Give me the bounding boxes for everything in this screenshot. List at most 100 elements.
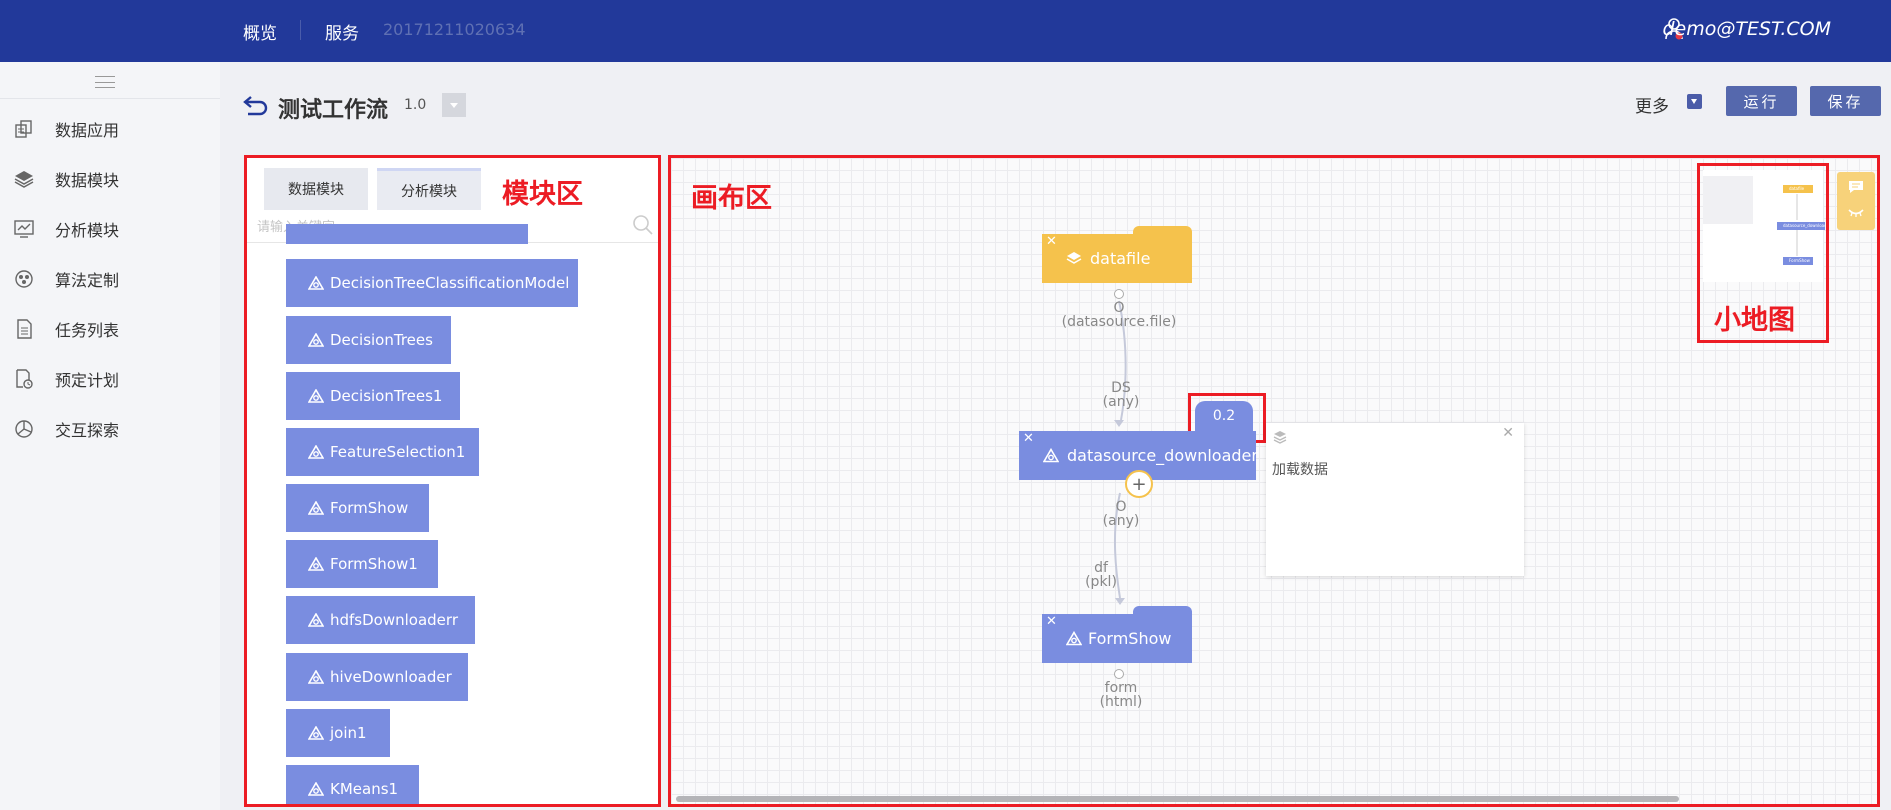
node-close-icon[interactable]: ✕ <box>1046 614 1057 629</box>
sidebar-item-label: 预定计划 <box>55 371 120 390</box>
node-version-badge[interactable]: 0.2 <box>1195 401 1253 431</box>
node-label: datasource_downloader <box>1067 446 1258 465</box>
nav-divider <box>300 20 301 40</box>
menu-toggle-icon[interactable] <box>95 76 115 88</box>
port-type: (pkl) <box>1085 574 1117 590</box>
port-type: (datasource.file) <box>1061 314 1177 330</box>
module-icon <box>1043 448 1059 463</box>
minimap-annotation: 小地图 <box>1714 305 1795 336</box>
module-icon <box>308 557 324 571</box>
close-icon[interactable]: ✕ <box>1502 425 1514 441</box>
node-formshow[interactable]: ✕ FormShow <box>1042 614 1192 663</box>
module-icon <box>308 389 324 403</box>
port-type: (html) <box>1099 694 1143 710</box>
node-info-panel: ✕ 加载数据 <box>1266 423 1524 576</box>
module-item[interactable]: DecisionTrees <box>286 316 451 364</box>
module-icon <box>308 501 324 515</box>
workflow-canvas[interactable]: 画布区 ✕ datafile O (datasource.file) DS (a… <box>668 155 1880 807</box>
sidebar-item-label: 分析模块 <box>55 221 120 240</box>
module-item-label: KMeans1 <box>330 780 399 798</box>
sidebar-item-task-list[interactable]: 任务列表 <box>0 304 220 354</box>
more-menu-label[interactable]: 更多 <box>1635 92 1669 117</box>
output-port[interactable] <box>1114 289 1124 299</box>
port-name: O <box>1115 499 1127 515</box>
back-arrow-icon[interactable] <box>242 94 270 118</box>
node-label: FormShow <box>1088 629 1172 648</box>
sidebar-item-data-module[interactable]: 数据模块 <box>0 154 220 204</box>
port-name: df <box>1094 560 1108 576</box>
info-description: 加载数据 <box>1272 462 1328 478</box>
node-datafile[interactable]: ✕ datafile <box>1042 234 1192 283</box>
module-item[interactable]: FeatureSelection1 <box>286 428 479 476</box>
module-item-label: DecisionTrees1 <box>330 387 443 405</box>
horizontal-scrollbar[interactable] <box>676 796 1679 802</box>
sidebar-item-explore[interactable]: 交互探索 <box>0 404 220 454</box>
sidebar-item-label: 算法定制 <box>55 271 120 290</box>
module-item[interactable]: DecisionTreeClassificationModel <box>286 259 578 307</box>
run-button[interactable]: 运行 <box>1726 86 1797 116</box>
algorithm-icon <box>15 270 33 288</box>
module-icon <box>308 445 324 459</box>
port-type: (any) <box>1102 394 1140 410</box>
module-item-label: hiveDownloader <box>330 668 452 686</box>
module-item[interactable]: join1 <box>286 709 390 757</box>
user-account[interactable]: demo@TEST.COM <box>1662 18 1831 40</box>
task-list-icon <box>17 319 32 339</box>
module-icon <box>308 333 324 347</box>
module-icon <box>308 670 324 684</box>
layers-icon <box>14 171 34 188</box>
module-item-label: DecisionTrees <box>330 331 433 349</box>
module-item[interactable]: hiveDownloader <box>286 653 468 701</box>
tab-data-modules[interactable]: 数据模块 <box>264 168 368 210</box>
output-port[interactable] <box>1114 669 1124 679</box>
sidebar-item-algorithm[interactable]: 算法定制 <box>0 254 220 304</box>
module-icon <box>308 726 324 740</box>
comment-icon[interactable] <box>1848 180 1864 194</box>
module-item[interactable]: KMeans1 <box>286 765 419 804</box>
module-area-annotation: 模块区 <box>502 179 583 210</box>
sidebar: 数据应用 数据模块 分析模块 算法定制 任务列表 预定计划 交互探索 <box>0 62 220 810</box>
node-close-icon[interactable]: ✕ <box>1046 234 1057 249</box>
minimap-node: FormShow <box>1783 257 1813 265</box>
module-item[interactable]: DecisionTrees1 <box>286 372 460 420</box>
port-type: (any) <box>1102 513 1140 529</box>
more-dropdown-icon[interactable] <box>1687 94 1702 109</box>
module-icon <box>308 613 324 627</box>
sidebar-item-data-app[interactable]: 数据应用 <box>0 104 220 154</box>
module-item-label: FormShow1 <box>330 555 418 573</box>
nav-services[interactable]: 服务 <box>325 19 359 44</box>
minimap-node: datafile <box>1783 185 1813 193</box>
module-item[interactable]: FormShow1 <box>286 540 438 588</box>
eye-closed-icon[interactable] <box>1848 206 1864 218</box>
top-nav-bar: 概览 服务 20171211020634 demo@TEST.COM <box>0 0 1891 62</box>
search-icon[interactable] <box>632 214 654 236</box>
node-label: datafile <box>1090 249 1151 268</box>
nav-workflow-id[interactable]: 20171211020634 <box>383 20 526 39</box>
tab-analysis-modules[interactable]: 分析模块 <box>377 168 481 210</box>
page-title: 测试工作流 <box>278 98 389 123</box>
module-item-label: DecisionTreeClassificationModel <box>330 274 570 292</box>
layers-icon <box>1273 431 1287 444</box>
sidebar-item-schedule[interactable]: 预定计划 <box>0 354 220 404</box>
layers-icon <box>1066 252 1082 264</box>
schedule-icon <box>16 369 33 389</box>
sidebar-divider <box>0 98 220 99</box>
module-item-label: join1 <box>330 724 367 742</box>
minimap[interactable]: datafile datasource_downloader FormShow <box>1703 170 1825 282</box>
add-output-button[interactable]: + <box>1125 470 1153 498</box>
port-name: DS <box>1111 380 1131 396</box>
minimap-node: datasource_downloader <box>1777 222 1825 230</box>
version-label: 1.0 <box>404 97 427 113</box>
module-item[interactable]: hdfsDownloaderr <box>286 596 475 644</box>
module-item-partial[interactable] <box>286 224 528 244</box>
module-item-label: FeatureSelection1 <box>330 443 466 461</box>
nav-overview[interactable]: 概览 <box>243 19 277 44</box>
save-button[interactable]: 保存 <box>1810 86 1881 116</box>
monitor-chart-icon <box>14 220 34 238</box>
module-icon <box>308 782 324 796</box>
module-item[interactable]: FormShow <box>286 484 429 532</box>
node-close-icon[interactable]: ✕ <box>1023 431 1034 446</box>
module-icon <box>1066 631 1082 646</box>
version-dropdown[interactable] <box>442 93 466 117</box>
sidebar-item-analysis-module[interactable]: 分析模块 <box>0 204 220 254</box>
